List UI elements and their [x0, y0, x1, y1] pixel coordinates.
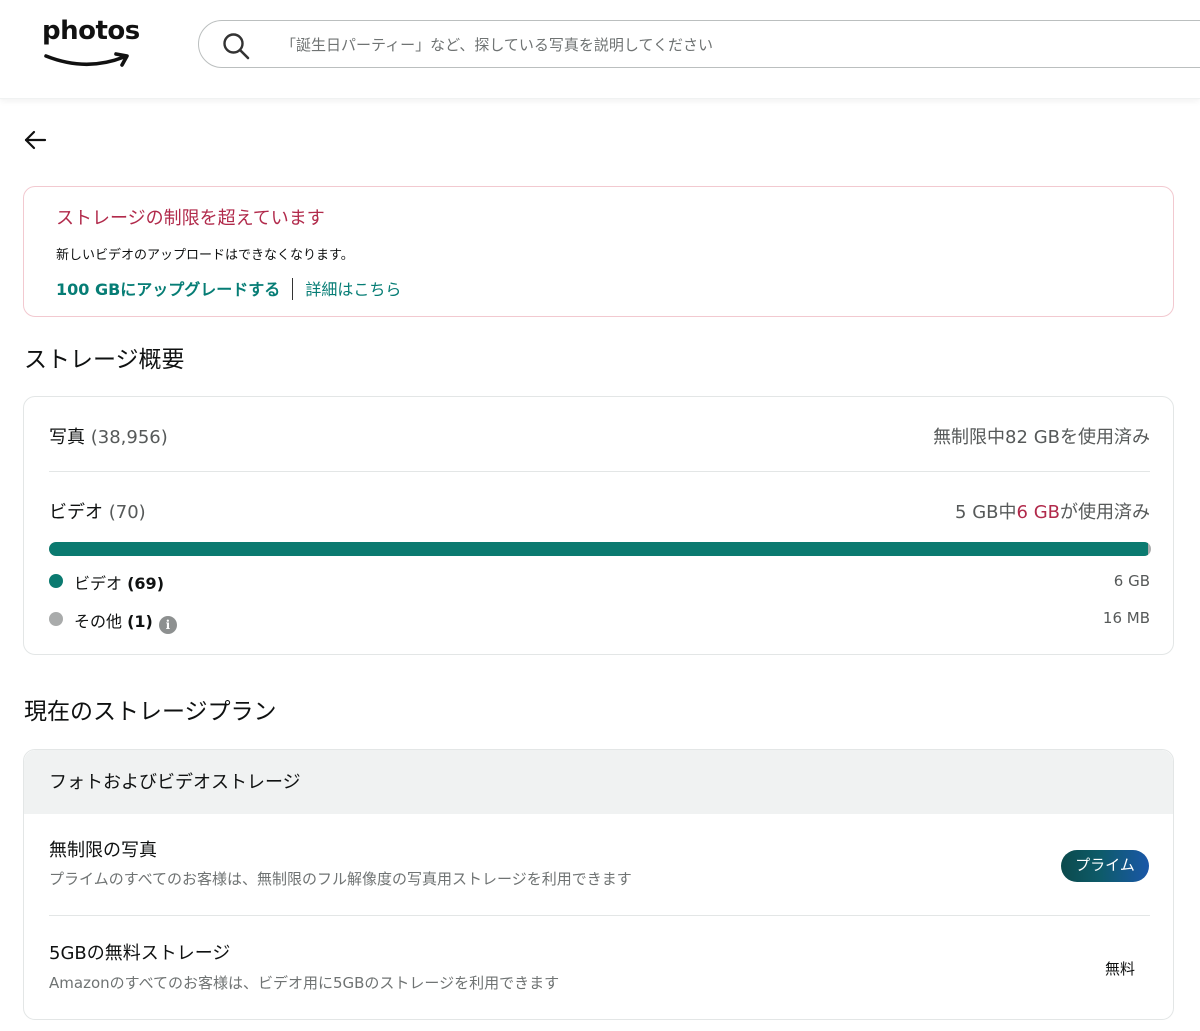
current-plan-title: 現在のストレージプラン [24, 699, 277, 725]
alert-title: ストレージの制限を超えています [56, 208, 325, 229]
photos-label: 写真 [49, 427, 85, 448]
upgrade-link[interactable]: 100 GBにアップグレードする [56, 280, 280, 299]
link-divider [292, 278, 294, 300]
free-tag: 無料 [1104, 960, 1135, 978]
logo-text: photos [42, 16, 140, 46]
legend-video-label: ビデオ (69) [74, 570, 164, 594]
plan-free-storage-name: 5GBの無料ストレージ [49, 943, 231, 964]
plan-card: フォトおよびビデオストレージ 無制限の写真 プライムのすべてのお客様は、無制限の… [23, 749, 1174, 1020]
learn-more-link[interactable]: 詳細はこちら [305, 280, 401, 299]
legend-video-count: (69) [127, 574, 164, 593]
plan-unlimited-photos-desc: プライムのすべてのお客様は、無制限のフル解像度の写真用ストレージを利用できます [49, 870, 632, 888]
alert-links: 100 GBにアップグレードする 詳細はこちら [56, 276, 401, 300]
search-bar[interactable] [198, 20, 1200, 68]
legend-other-label: その他 (1) i [74, 608, 177, 634]
photos-count: (38,956) [90, 427, 168, 448]
info-icon[interactable]: i [158, 616, 177, 634]
videos-usage-suffix: が使用済み [1060, 502, 1150, 523]
smile-arrow-icon [44, 52, 129, 67]
top-header: photos [0, 0, 1200, 99]
storage-overview-title: ストレージ概要 [24, 347, 185, 373]
video-usage-bar [49, 542, 1151, 556]
videos-row-label: ビデオ (70) [49, 498, 146, 524]
storage-limit-alert: ストレージの制限を超えています 新しいビデオのアップロードはできなくなります。 … [23, 186, 1174, 317]
plan-section-header-label: フォトおよびビデオストレージ [49, 772, 301, 793]
search-input[interactable] [279, 27, 1183, 63]
row-divider [49, 471, 1150, 472]
photos-row-label: 写真 (38,956) [49, 423, 168, 449]
storage-overview-card: 写真 (38,956) 無制限中82 GBを使用済み ビデオ (70) 5 GB… [23, 396, 1174, 655]
legend-other-count: (1) [127, 612, 153, 631]
videos-label: ビデオ [49, 502, 103, 523]
plan-section-header: フォトおよびビデオストレージ [24, 750, 1173, 814]
videos-usage: 5 GB中6 GBが使用済み [955, 498, 1150, 524]
legend-other-value: 16 MB [1102, 609, 1150, 627]
videos-usage-prefix: 5 GB中 [955, 502, 1017, 523]
videos-usage-amount: 6 GB [1016, 502, 1060, 523]
legend-dot-other [49, 612, 63, 626]
plan-unlimited-photos-name: 無制限の写真 [49, 840, 157, 861]
alert-message: 新しいビデオのアップロードはできなくなります。 [56, 248, 354, 263]
back-arrow-icon [24, 130, 47, 150]
plan-free-storage-desc: Amazonのすべてのお客様は、ビデオ用に5GBのストレージを利用できます [49, 974, 560, 992]
videos-count: (70) [108, 502, 146, 523]
back-button[interactable] [22, 126, 50, 154]
prime-badge: プライム [1061, 850, 1149, 882]
video-usage-bar-fill [49, 542, 1148, 556]
legend-video-text: ビデオ [74, 574, 123, 593]
plan-divider [49, 915, 1150, 916]
legend-video-value: 6 GB [1113, 572, 1150, 590]
legend-other-text: その他 [74, 612, 123, 631]
search-icon [223, 33, 250, 60]
legend-dot-video [49, 574, 63, 588]
photos-usage: 無制限中82 GBを使用済み [933, 427, 1150, 448]
amazon-photos-logo[interactable]: photos [40, 14, 140, 74]
